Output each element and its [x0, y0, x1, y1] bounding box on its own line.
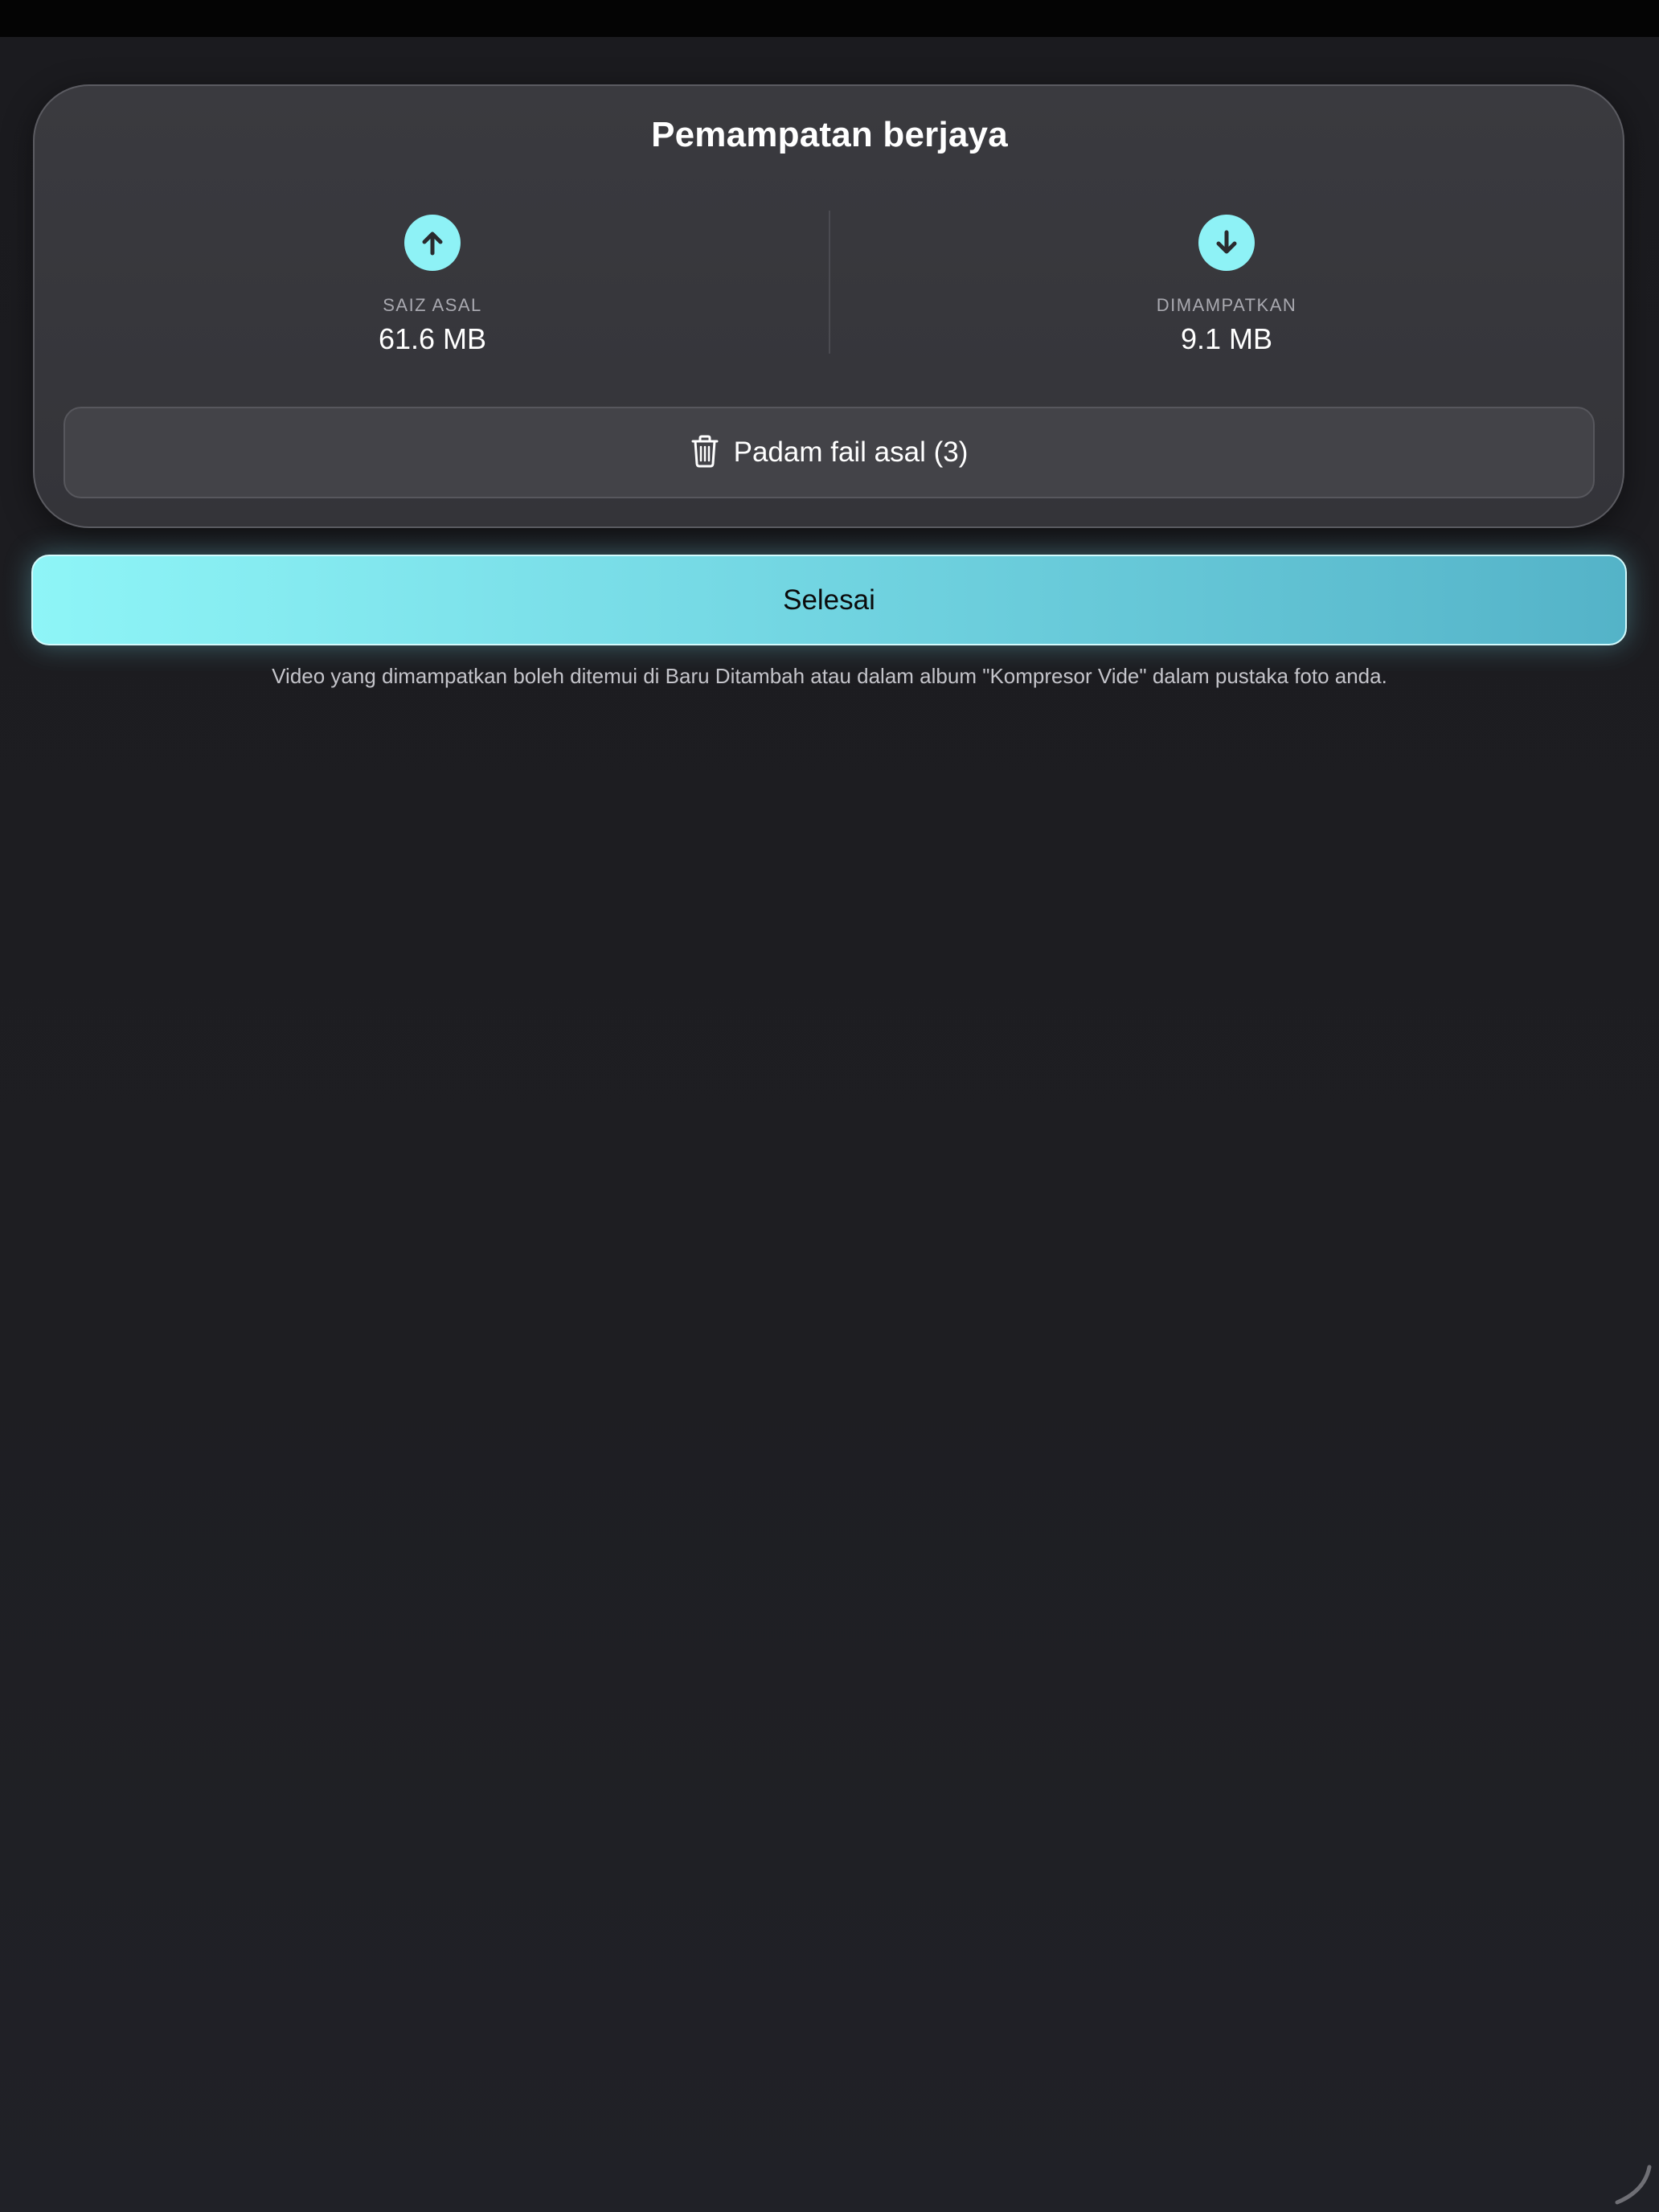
arrow-down-icon [1198, 215, 1255, 271]
delete-originals-label: Padam fail asal (3) [733, 436, 969, 468]
compressed-size-value: 9.1 MB [1180, 322, 1273, 355]
resize-handle-icon[interactable] [1606, 2159, 1654, 2207]
original-size-value: 61.6 MB [378, 322, 487, 355]
summary-title: Pemampatan berjaya [651, 115, 1008, 154]
original-size-label: SAIZ ASAL [383, 295, 482, 315]
done-button[interactable]: Selesai [31, 555, 1627, 645]
done-label: Selesai [783, 584, 875, 616]
delete-originals-button[interactable]: Padam fail asal (3) [63, 407, 1595, 498]
trash-icon [690, 434, 719, 472]
footnote-text: Video yang dimampatkan boleh ditemui di … [272, 664, 1387, 688]
arrow-up-icon [404, 215, 461, 271]
compressed-size-label: DIMAMPATKAN [1156, 295, 1297, 315]
original-size-stat: SAIZ ASAL 61.6 MB [191, 215, 674, 356]
stat-divider [829, 211, 830, 354]
status-bar [0, 0, 1659, 37]
compressed-size-stat: DIMAMPATKAN 9.1 MB [985, 215, 1468, 356]
